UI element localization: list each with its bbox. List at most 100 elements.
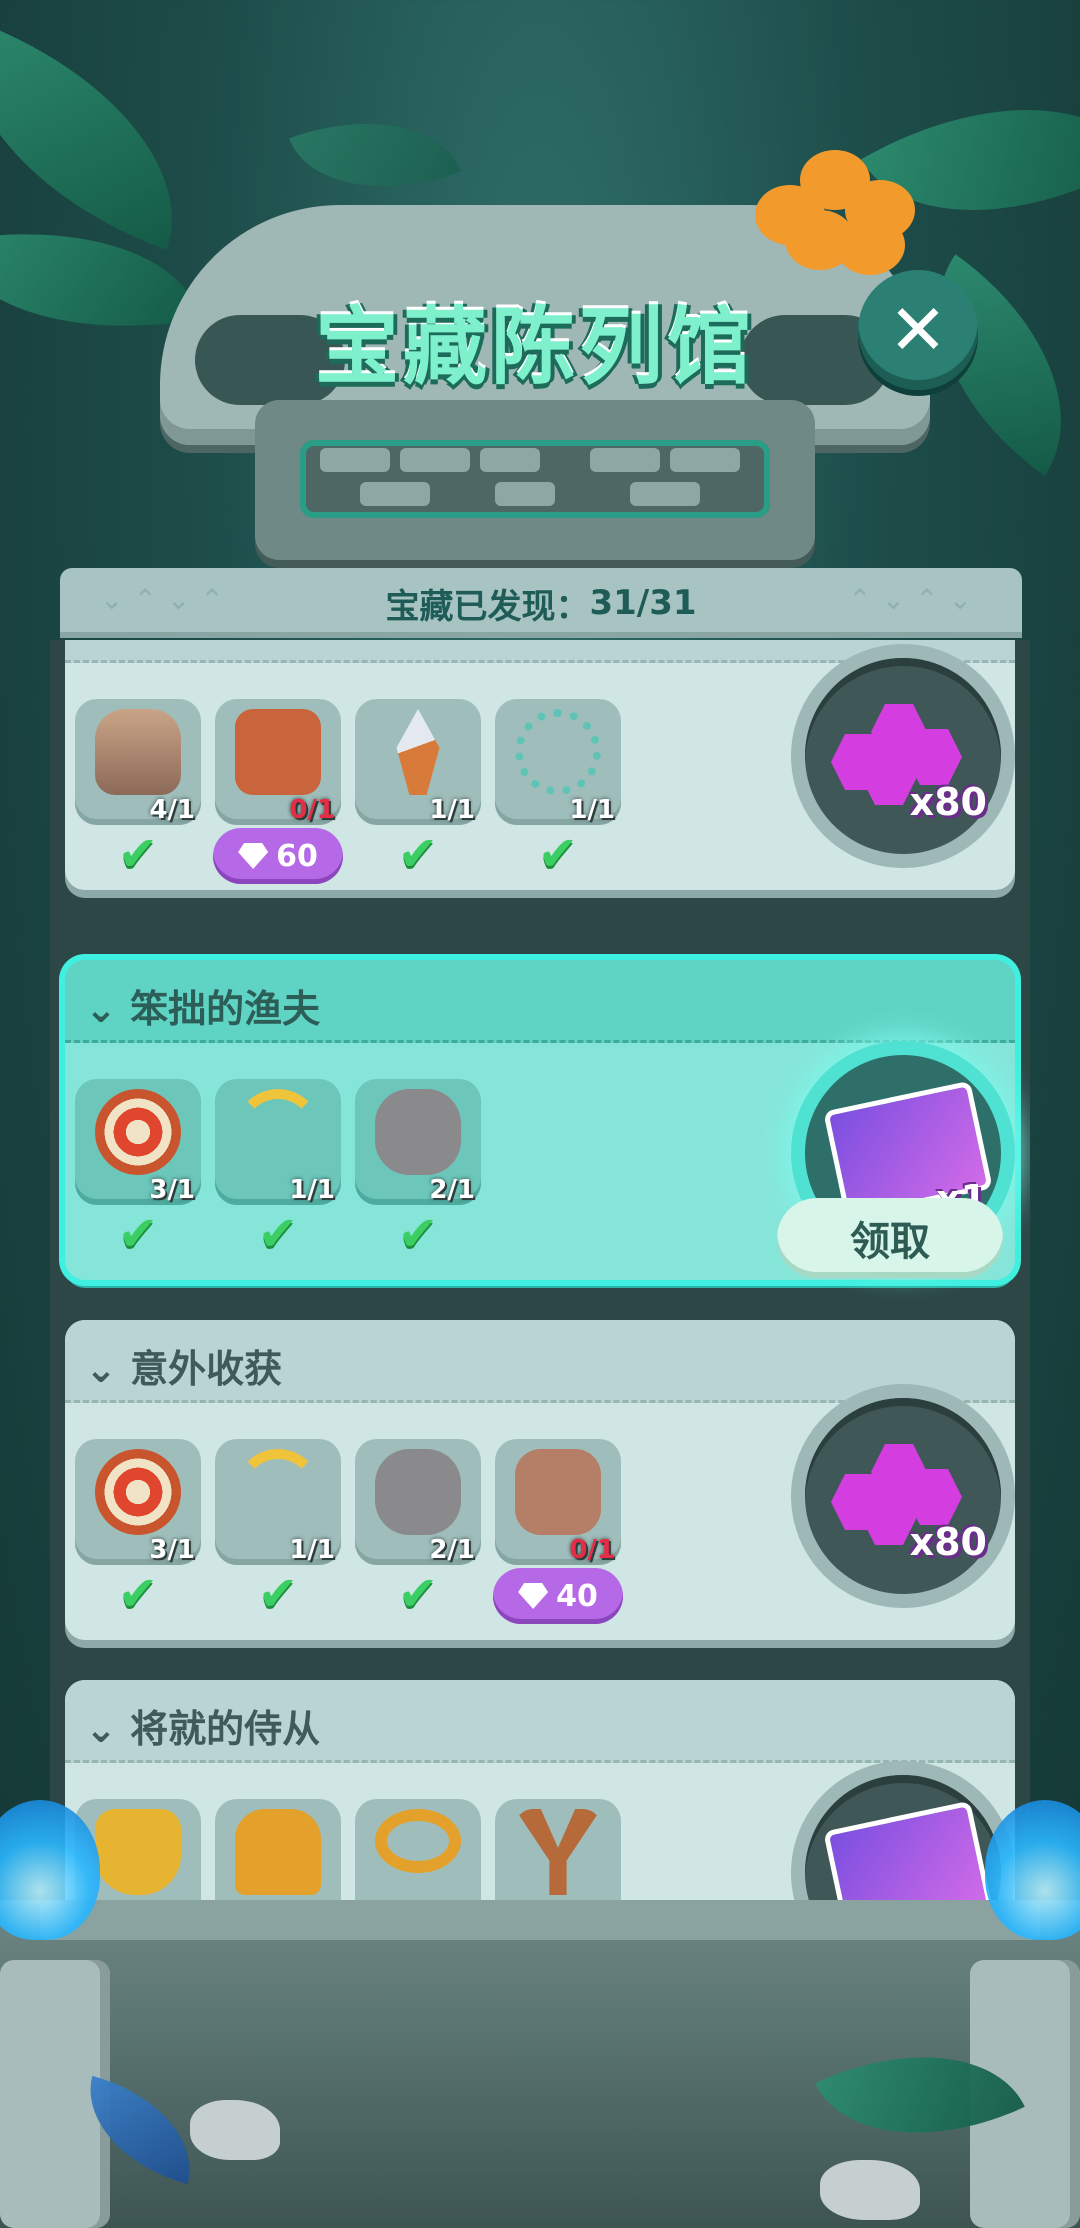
page-title: 宝藏陈列馆 xyxy=(314,298,755,396)
brick xyxy=(590,448,660,472)
collection-item[interactable]: 0/1 xyxy=(495,1439,621,1565)
mickey-shield-icon xyxy=(95,1809,181,1895)
reward-amount: x80 xyxy=(909,780,987,824)
treasure-found-bar: ⌄⌃⌄⌃ 宝藏已发现： 31/31 ⌃⌄⌃⌄ xyxy=(60,568,1022,638)
brick xyxy=(495,482,555,506)
floor-ledge xyxy=(40,1900,1040,1940)
brick xyxy=(320,448,390,472)
claim-button[interactable]: 领取 xyxy=(777,1198,1003,1278)
potion-bottle-icon xyxy=(95,709,181,795)
item-count: 0/1 xyxy=(569,1535,615,1565)
reward-badge: x80 xyxy=(805,1398,1001,1594)
collection-item[interactable]: 2/1 xyxy=(355,1439,481,1565)
collection-item[interactable]: 0/1 xyxy=(215,699,341,825)
reward-amount: x80 xyxy=(909,1520,987,1564)
brick xyxy=(480,448,540,472)
collection-header[interactable] xyxy=(65,640,1015,663)
rock-decoration xyxy=(820,2160,920,2220)
golden-armor-icon xyxy=(235,1809,321,1895)
collection-header[interactable]: ⌄ 笨拙的渔夫 xyxy=(65,960,1015,1043)
gem-icon xyxy=(518,1583,549,1609)
stone-plaque xyxy=(255,400,815,560)
check-icon: ✔ xyxy=(117,826,159,882)
item-count: 4/1 xyxy=(149,795,195,825)
collection-title: ⌄ 意外收获 xyxy=(85,1347,283,1391)
item-count: 1/1 xyxy=(289,1175,335,1205)
mickey-ticket-icon xyxy=(823,1800,993,1900)
leaf-decoration xyxy=(0,20,218,250)
skull-bracelet-icon xyxy=(515,709,601,795)
spear-tip-icon xyxy=(396,709,440,795)
plaque-slot xyxy=(300,440,770,518)
collection-title: ⌄ 笨拙的渔夫 xyxy=(85,987,321,1031)
found-count: 31/31 xyxy=(589,583,697,623)
collection-item[interactable]: 3/1 xyxy=(75,1079,201,1205)
item-count: 1/1 xyxy=(569,795,615,825)
chevron-decoration-left: ⌄⌃⌄⌃ xyxy=(100,583,234,616)
brick xyxy=(670,448,740,472)
close-button[interactable]: ✕ xyxy=(858,270,978,390)
brick xyxy=(630,482,700,506)
item-count: 2/1 xyxy=(429,1175,475,1205)
bow-arrow-icon xyxy=(235,1089,321,1175)
item-count: 1/1 xyxy=(429,795,475,825)
collection-item[interactable] xyxy=(355,1799,481,1900)
serpent-stone-icon xyxy=(375,1449,461,1535)
check-icon: ✔ xyxy=(257,1206,299,1262)
collection-item[interactable]: 2/1 xyxy=(355,1079,481,1205)
leaf-decoration xyxy=(289,87,461,223)
item-count: 0/1 xyxy=(289,795,335,825)
bone-tablet-icon xyxy=(235,709,321,795)
collection-card: 4/1 ✔ 0/1 60 1/1 ✔ 1/1 ✔ x80 xyxy=(65,640,1015,890)
item-count: 2/1 xyxy=(429,1535,475,1565)
check-icon: ✔ xyxy=(397,826,439,882)
collection-list[interactable]: 4/1 ✔ 0/1 60 1/1 ✔ 1/1 ✔ x80 ⌄ 笨拙的渔夫 3/1… xyxy=(50,640,1030,1900)
collection-item[interactable]: 1/1 xyxy=(215,1439,341,1565)
chevron-decoration-right: ⌃⌄⌃⌄ xyxy=(848,583,982,616)
collection-item[interactable] xyxy=(495,1799,621,1900)
gem-icon xyxy=(238,843,269,869)
check-icon: ✔ xyxy=(257,1566,299,1622)
collection-item[interactable]: 1/1 xyxy=(355,699,481,825)
collection-item[interactable]: 1/1 xyxy=(495,699,621,825)
rock-decoration xyxy=(190,2100,280,2160)
brick xyxy=(400,448,470,472)
collection-title: ⌄ 将就的侍从 xyxy=(85,1707,321,1751)
target-shield-icon xyxy=(95,1089,181,1175)
collection-card: ⌄ 将就的侍从 x1 xyxy=(65,1680,1015,1900)
check-icon: ✔ xyxy=(397,1206,439,1262)
chevron-down-icon: ⌄ xyxy=(85,1347,117,1391)
collection-card: ⌄ 意外收获 3/1 ✔ 1/1 ✔ 2/1 ✔ 0/1 40 x80 xyxy=(65,1320,1015,1640)
collection-item[interactable]: 3/1 xyxy=(75,1439,201,1565)
bow-arrow-icon xyxy=(235,1449,321,1535)
collection-item[interactable]: 1/1 xyxy=(215,1079,341,1205)
check-icon: ✔ xyxy=(117,1566,159,1622)
close-icon: ✕ xyxy=(888,289,948,371)
check-icon: ✔ xyxy=(117,1206,159,1262)
gem-cost: 40 xyxy=(556,1578,598,1614)
found-label: 宝藏已发现： xyxy=(385,586,590,627)
item-count: 3/1 xyxy=(149,1535,195,1565)
check-icon: ✔ xyxy=(537,826,579,882)
item-count: 1/1 xyxy=(289,1535,335,1565)
collection-item[interactable]: 4/1 xyxy=(75,699,201,825)
slingshot-icon xyxy=(515,1809,601,1895)
item-count: 3/1 xyxy=(149,1175,195,1205)
golden-belt-icon xyxy=(375,1809,461,1873)
serpent-stone-icon xyxy=(375,1089,461,1175)
gem-cost-button[interactable]: 60 xyxy=(213,828,343,884)
collection-header[interactable]: ⌄ 将就的侍从 xyxy=(65,1680,1015,1763)
chevron-down-icon: ⌄ xyxy=(85,987,117,1031)
collection-card-claimable: ⌄ 笨拙的渔夫 3/1 ✔ 1/1 ✔ 2/1 ✔ x1 领取 xyxy=(65,960,1015,1280)
gem-cost: 60 xyxy=(276,838,318,874)
reward-badge: x1 xyxy=(805,1775,1001,1900)
orange-flower-decoration xyxy=(755,150,915,275)
check-icon: ✔ xyxy=(397,1566,439,1622)
clay-tablet-icon xyxy=(515,1449,601,1535)
chevron-down-icon: ⌄ xyxy=(85,1707,117,1751)
brick xyxy=(360,482,430,506)
collection-header[interactable]: ⌄ 意外收获 xyxy=(65,1320,1015,1403)
collection-item[interactable] xyxy=(215,1799,341,1900)
reward-badge: x80 xyxy=(805,658,1001,854)
gem-cost-button[interactable]: 40 xyxy=(493,1568,623,1624)
